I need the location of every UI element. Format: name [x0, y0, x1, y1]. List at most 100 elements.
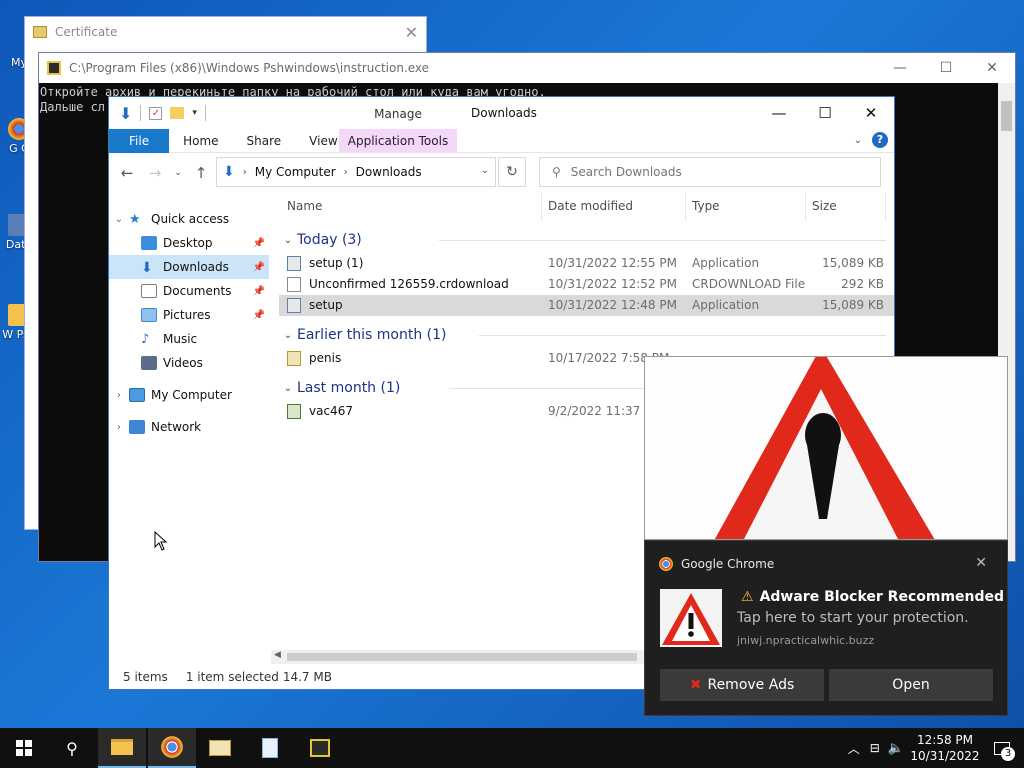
group-header-earlier-this-month[interactable]: ⌄ Earlier this month (1) [279, 322, 894, 348]
notification-center-button[interactable]: 3 [980, 728, 1024, 768]
network-icon[interactable]: ⊟ [870, 741, 880, 755]
warning-image-window[interactable] [644, 356, 1008, 540]
chevron-down-icon[interactable]: ⌄ [279, 330, 297, 341]
expand-ribbon-icon[interactable]: ⌄ [854, 135, 862, 146]
customize-qat-icon[interactable]: ▾ [192, 108, 197, 118]
chevron-right-icon[interactable]: › [344, 167, 348, 178]
back-button[interactable]: ← [117, 164, 137, 182]
column-size[interactable]: Size [812, 199, 837, 213]
clock[interactable]: 12:58 PM 10/31/2022 [910, 732, 980, 764]
breadcrumb-my-computer[interactable]: My Computer [255, 165, 336, 179]
group-header-today[interactable]: ⌄ Today (3) [279, 227, 894, 253]
chevron-down-icon[interactable]: ⌄ [279, 235, 297, 246]
console-title: C:\Program Files (x86)\Windows Pshwindow… [69, 61, 430, 75]
sidebar-item-desktop[interactable]: Desktop 📌 [109, 231, 269, 255]
console-titlebar[interactable]: C:\Program Files (x86)\Windows Pshwindow… [39, 53, 1015, 83]
clock-date: 10/31/2022 [910, 749, 980, 763]
chevron-right-icon[interactable]: › [243, 167, 247, 178]
chevron-up-icon[interactable]: ︿ [848, 740, 860, 757]
navigation-pane: ⌄ ★ Quick access Desktop 📌 ⬇ Downloads 📌… [109, 207, 269, 439]
help-icon[interactable]: ? [872, 132, 888, 148]
sidebar-item-quick-access[interactable]: ⌄ ★ Quick access [109, 207, 269, 231]
close-button[interactable]: ✕ [969, 53, 1015, 83]
volume-icon[interactable]: 🔈 [888, 741, 904, 756]
sidebar-item-network[interactable]: › Network [109, 415, 269, 439]
scrollbar-thumb[interactable] [1001, 101, 1012, 131]
certificate-icon [33, 26, 47, 38]
maximize-button[interactable]: ☐ [802, 97, 848, 129]
minimize-button[interactable]: — [756, 97, 802, 129]
taskbar-file-explorer[interactable] [98, 728, 146, 768]
sidebar-item-downloads[interactable]: ⬇ Downloads 📌 [109, 255, 269, 279]
remove-ads-button[interactable]: ✖ Remove Ads [660, 669, 824, 701]
desktop-icon [141, 236, 157, 250]
ribbon-tabs: File Home Share View Application Tools ⌄… [109, 128, 894, 153]
clock-time: 12:58 PM [917, 733, 973, 747]
pin-icon[interactable]: 📌 [253, 310, 265, 321]
column-name[interactable]: Name [287, 199, 322, 213]
sidebar-item-label: Quick access [151, 212, 230, 226]
address-bar[interactable]: ⬇ › My Computer › Downloads ⌄ [216, 157, 496, 187]
tab-share[interactable]: Share [233, 134, 296, 148]
close-icon[interactable]: ✕ [405, 23, 418, 42]
tab-application-tools[interactable]: Application Tools [339, 134, 457, 148]
sidebar-item-label: Documents [163, 284, 232, 298]
file-row-selected[interactable]: setup 10/31/2022 12:48 PM Application 15… [279, 295, 894, 316]
search-input[interactable] [570, 165, 851, 179]
chevron-down-icon[interactable]: ⌄ [481, 165, 489, 176]
chevron-down-icon[interactable]: ⌄ [109, 214, 129, 225]
recent-locations-icon[interactable]: ⌄ [173, 168, 183, 178]
tab-manage[interactable]: Manage [339, 107, 457, 121]
up-button[interactable]: ↑ [191, 164, 211, 182]
down-arrow-icon[interactable]: ⬇ [119, 104, 132, 123]
file-name: penis [309, 351, 342, 365]
notification-title-row: ⚠ Adware Blocker Recommended [741, 589, 1004, 605]
sidebar-item-videos[interactable]: Videos [109, 351, 269, 375]
refresh-button[interactable]: ↻ [498, 157, 526, 187]
chrome-notification[interactable]: Google Chrome ✕ ⚠ Adware Blocker Recommen… [644, 540, 1008, 716]
sidebar-item-music[interactable]: ♪ Music [109, 327, 269, 351]
file-date: 10/31/2022 12:48 PM [548, 298, 677, 312]
search-button[interactable]: ⚲ [48, 728, 96, 768]
chevron-down-icon[interactable]: ⌄ [279, 383, 297, 394]
properties-icon[interactable]: ✓ [149, 106, 163, 120]
column-type[interactable]: Type [692, 199, 720, 213]
horizontal-scrollbar[interactable]: ◀ [271, 650, 651, 664]
search-box[interactable]: ⚲ [539, 157, 881, 187]
tab-home[interactable]: Home [169, 134, 232, 148]
taskbar-console[interactable] [296, 728, 344, 768]
sidebar-item-label: Network [151, 420, 202, 434]
sidebar-item-pictures[interactable]: Pictures 📌 [109, 303, 269, 327]
chevron-right-icon[interactable]: › [109, 390, 129, 401]
start-button[interactable] [0, 728, 48, 768]
tab-file[interactable]: File [109, 128, 170, 153]
downloads-icon: ⬇ [141, 260, 153, 276]
windows-logo-icon [16, 740, 32, 756]
file-row[interactable]: Unconfirmed 126559.crdownload 10/31/2022… [279, 274, 894, 295]
breadcrumb-downloads[interactable]: Downloads [356, 165, 422, 179]
file-type: Application [692, 256, 760, 270]
taskbar-notepad[interactable] [246, 728, 294, 768]
maximize-button[interactable]: ☐ [923, 53, 969, 83]
certificate-titlebar[interactable]: Certificate [25, 17, 426, 47]
scroll-left-icon[interactable]: ◀ [274, 650, 281, 660]
taskbar-chrome[interactable] [148, 728, 196, 768]
sidebar-item-my-computer[interactable]: › My Computer [109, 383, 269, 407]
sidebar-item-documents[interactable]: Documents 📌 [109, 279, 269, 303]
forward-button[interactable]: → [145, 164, 165, 182]
new-folder-icon[interactable] [170, 107, 185, 119]
explorer-titlebar[interactable]: ⬇ ✓ ▾ Manage Downloads — ☐ ✕ [109, 97, 894, 129]
close-icon[interactable]: ✕ [975, 555, 987, 571]
minimize-button[interactable]: — [877, 53, 923, 83]
chevron-right-icon[interactable]: › [109, 422, 129, 433]
warning-triangle-image [714, 357, 935, 539]
scrollbar-thumb[interactable] [287, 653, 637, 661]
close-button[interactable]: ✕ [848, 97, 894, 129]
taskbar-certificate[interactable] [196, 728, 244, 768]
open-button[interactable]: Open [829, 669, 993, 701]
file-row[interactable]: setup (1) 10/31/2022 12:55 PM Applicatio… [279, 253, 894, 274]
pin-icon[interactable]: 📌 [253, 238, 265, 249]
pin-icon[interactable]: 📌 [253, 262, 265, 273]
column-date-modified[interactable]: Date modified [548, 199, 633, 213]
pin-icon[interactable]: 📌 [253, 286, 265, 297]
